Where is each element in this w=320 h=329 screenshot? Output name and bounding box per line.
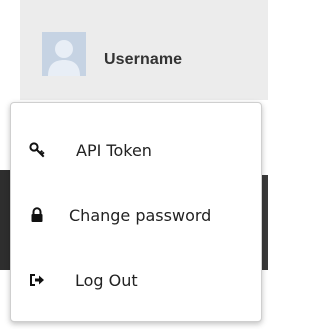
key-icon — [29, 142, 45, 158]
default-avatar-icon — [42, 32, 86, 76]
menu-item-label: Log Out — [75, 270, 138, 290]
menu-item-label: Change password — [69, 205, 212, 225]
menu-item-api-token[interactable]: API Token — [11, 130, 261, 170]
user-menu-toggle[interactable]: Username — [20, 0, 268, 100]
lock-icon — [29, 207, 45, 223]
user-dropdown-menu: API Token Change password Log Out — [10, 102, 262, 322]
avatar — [42, 32, 86, 76]
menu-item-change-password[interactable]: Change password — [11, 195, 261, 235]
sign-out-icon — [29, 272, 45, 288]
username-label: Username — [104, 51, 183, 68]
background-image-strip-right — [262, 175, 268, 270]
menu-item-log-out[interactable]: Log Out — [11, 260, 261, 300]
menu-item-label: API Token — [76, 140, 152, 160]
